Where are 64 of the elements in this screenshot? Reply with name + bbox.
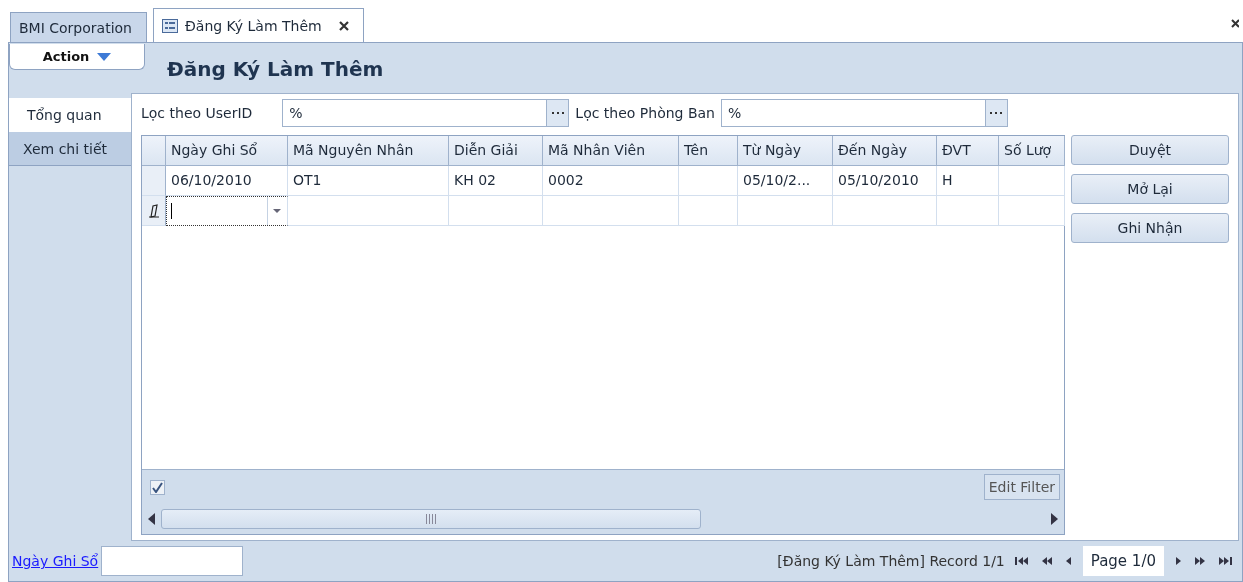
column-header[interactable]: Số Lượ bbox=[999, 136, 1065, 166]
date-input-field[interactable] bbox=[166, 196, 288, 226]
scroll-right-icon[interactable] bbox=[1051, 513, 1058, 525]
page-indicator: Page 1/0 bbox=[1082, 546, 1164, 576]
filter-label: Lọc theo UserID bbox=[141, 105, 253, 121]
filter-checkbox[interactable] bbox=[150, 479, 165, 495]
side-tab[interactable]: Tổng quan bbox=[9, 98, 131, 132]
horizontal-scrollbar[interactable] bbox=[142, 504, 1064, 534]
table-cell[interactable] bbox=[833, 196, 937, 226]
date-link[interactable]: Ngày Ghi Sổ bbox=[12, 553, 99, 569]
command-button[interactable]: Duyệt bbox=[1071, 135, 1229, 165]
scroll-left-icon[interactable] bbox=[148, 513, 155, 525]
table-cell[interactable] bbox=[738, 196, 833, 226]
ellipsis-icon[interactable] bbox=[990, 111, 1003, 115]
column-header[interactable]: Diễn Giải bbox=[449, 136, 543, 166]
record-status: [Đăng Ký Làm Thêm] Record 1/1 bbox=[777, 553, 1005, 569]
last-record-icon[interactable] bbox=[1217, 555, 1234, 567]
command-button[interactable]: Mở Lại bbox=[1071, 174, 1229, 204]
first-record-icon[interactable] bbox=[1012, 555, 1030, 567]
table-cell: 05/10/2... bbox=[738, 166, 833, 196]
table-cell[interactable] bbox=[999, 196, 1065, 226]
table-cell: 0002 bbox=[543, 166, 679, 196]
table-cell[interactable] bbox=[288, 196, 449, 226]
table-cell[interactable] bbox=[543, 196, 679, 226]
form-title: Đăng Ký Làm Thêm bbox=[167, 57, 384, 81]
document-tab[interactable]: BMI Corporation bbox=[10, 12, 147, 42]
row-indicator-cell[interactable] bbox=[142, 196, 166, 226]
filter-label: Lọc theo Phòng Ban bbox=[575, 105, 715, 121]
close-icon[interactable] bbox=[1231, 19, 1239, 28]
date-field[interactable] bbox=[101, 546, 244, 576]
close-icon[interactable] bbox=[338, 20, 349, 31]
table-cell: 06/10/2010 bbox=[166, 166, 288, 196]
ellipsis-icon[interactable] bbox=[551, 111, 564, 115]
side-tab[interactable]: Xem chi tiết bbox=[9, 132, 131, 166]
filter-field[interactable]: % bbox=[721, 99, 1008, 127]
table-cell: KH 02 bbox=[449, 166, 543, 196]
command-button[interactable]: Ghi Nhận bbox=[1071, 213, 1229, 243]
document-tab[interactable]: Đăng Ký Làm Thêm bbox=[152, 8, 364, 42]
table-cell: OT1 bbox=[288, 166, 449, 196]
column-header[interactable]: Mã Nhân Viên bbox=[543, 136, 679, 166]
filter-field[interactable]: % bbox=[282, 99, 570, 127]
column-header[interactable]: Đến Ngày bbox=[833, 136, 937, 166]
dropdown-arrow-icon bbox=[97, 52, 112, 61]
header-corner-cell bbox=[142, 136, 166, 166]
next-page-icon[interactable] bbox=[1193, 555, 1207, 567]
table-cell: H bbox=[937, 166, 999, 196]
column-header[interactable]: Tên bbox=[679, 136, 738, 166]
table-cell[interactable] bbox=[449, 196, 543, 226]
text-cursor-icon bbox=[171, 203, 172, 219]
table-cell[interactable] bbox=[679, 196, 738, 226]
table-cell bbox=[999, 166, 1065, 196]
table-cell bbox=[679, 166, 738, 196]
edit-filter-button[interactable]: Edit Filter bbox=[983, 474, 1060, 500]
column-header[interactable]: Ngày Ghi Sổ bbox=[166, 136, 288, 166]
row-indicator-cell[interactable] bbox=[142, 166, 166, 196]
column-header[interactable]: Từ Ngày bbox=[738, 136, 833, 166]
next-record-icon[interactable] bbox=[1174, 555, 1183, 567]
column-header[interactable]: ĐVT bbox=[937, 136, 999, 166]
form-icon bbox=[161, 18, 178, 33]
action-menu-button[interactable]: Action bbox=[9, 44, 145, 70]
column-header[interactable]: Mã Nguyên Nhân bbox=[288, 136, 449, 166]
table-cell: 05/10/2010 bbox=[833, 166, 937, 196]
grip-icon bbox=[426, 514, 436, 524]
table-cell[interactable] bbox=[937, 196, 999, 226]
